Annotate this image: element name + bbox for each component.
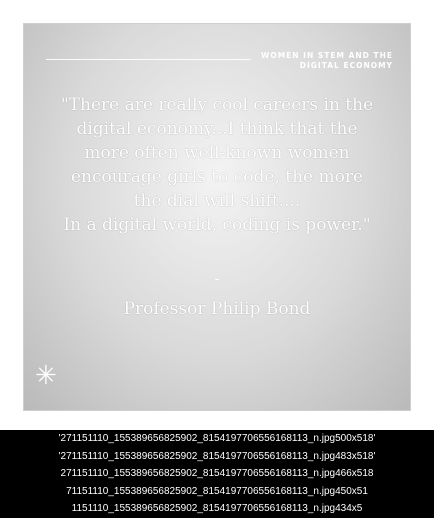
author-dash: - xyxy=(214,271,220,287)
filename-caption: 271151110_155389656825902_81541977065561… xyxy=(60,468,374,480)
brand-label: WOMEN IN STEM AND THE DIGITAL ECONOMY xyxy=(253,51,393,71)
sparkle-icon: ✳ xyxy=(35,361,57,391)
brand-label-line: DIGITAL ECONOMY xyxy=(299,61,393,70)
filename-caption: '271151110_155389656825902_8154197706556… xyxy=(58,433,376,444)
quote-line: more often well-known women xyxy=(84,143,350,163)
quote-line: encourage girls to code, the more xyxy=(70,167,364,187)
quote-line: "There are really cool careers in the xyxy=(60,95,374,115)
filename-caption: 1151110_155389656825902_8154197706556168… xyxy=(71,503,363,515)
quote-line: In a digital world, coding is power." xyxy=(63,215,371,235)
quote-text: "There are really cool careers in the di… xyxy=(41,93,393,237)
filename-caption-band: '271151110_155389656825902_8154197706556… xyxy=(0,430,434,518)
quote-card: WOMEN IN STEM AND THE DIGITAL ECONOMY "T… xyxy=(23,23,411,411)
brand-label-line: WOMEN IN STEM AND THE xyxy=(261,51,393,60)
quote-line: the dial will shift.... xyxy=(133,191,301,211)
divider-line xyxy=(46,59,251,60)
filename-caption: 71151110_155389656825902_815419770655616… xyxy=(66,485,368,497)
filename-caption: '271151110_155389656825902_8154197706556… xyxy=(58,450,376,462)
author-name: Professor Philip Bond xyxy=(123,299,311,319)
quote-line: digital economy...I think that the xyxy=(76,119,358,139)
